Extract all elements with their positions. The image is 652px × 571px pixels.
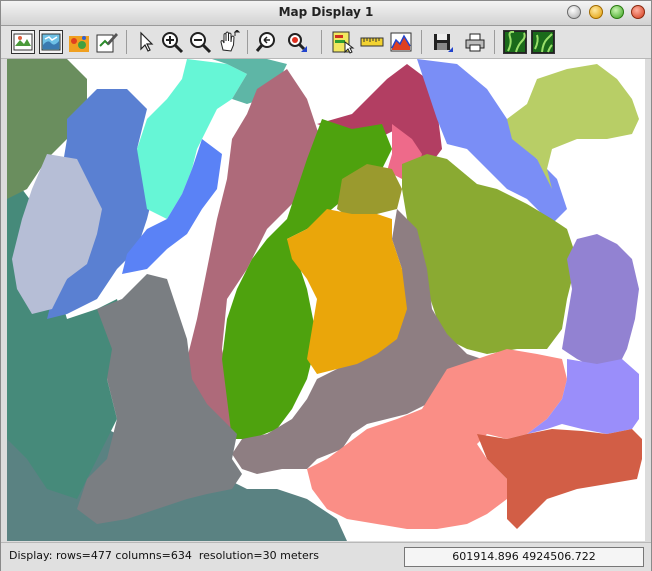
add-overlay-icon [96, 33, 118, 53]
maximize-button[interactable] [610, 5, 624, 19]
pan-icon [220, 29, 241, 52]
toolbar-separator [421, 30, 422, 54]
erase-display-button[interactable] [67, 30, 91, 54]
coordinate-display: 601914.896 4924506.722 [404, 547, 644, 567]
measure-button[interactable] [360, 30, 384, 54]
redraw-all-icon [41, 33, 61, 51]
zoom-out-icon [190, 32, 212, 54]
zoom-back-icon [255, 32, 275, 52]
minimize-button[interactable] [589, 5, 603, 19]
redraw-button[interactable] [39, 30, 63, 54]
zoom-menu-icon [288, 33, 307, 52]
pan-button[interactable] [216, 29, 241, 54]
profile-button[interactable] [389, 30, 413, 54]
query-button[interactable] [331, 30, 355, 54]
region-lavender [562, 234, 639, 369]
add-overlay-button[interactable] [95, 30, 119, 54]
display-active-layers-button[interactable] [11, 30, 35, 54]
close-button[interactable] [631, 5, 645, 19]
watershed-map [7, 59, 642, 541]
status-text: Display: rows=477 columns=634 resolution… [9, 549, 319, 562]
window-menu-button[interactable] [567, 5, 581, 19]
erase-display-icon [69, 36, 89, 52]
map-display-window: Map Display 1 Display: rows=477 columns=… [0, 0, 652, 571]
measure-icon [360, 37, 384, 47]
zoom-menu-button[interactable] [285, 30, 309, 54]
profile-icon [390, 32, 412, 52]
zoom-in-icon [162, 32, 184, 54]
status-bar: Display: rows=477 columns=634 resolution… [1, 542, 651, 571]
zoom-out-button[interactable] [188, 30, 212, 54]
3d-view-icon [533, 32, 553, 53]
pointer-icon [140, 31, 154, 52]
print-button[interactable] [463, 30, 487, 54]
print-icon [465, 33, 485, 52]
toolbar-separator [321, 30, 322, 54]
toolbar-separator [494, 30, 495, 54]
toolbar [1, 26, 651, 59]
2d-view-icon [505, 30, 526, 53]
zoom-in-button[interactable] [160, 30, 184, 54]
query-icon [332, 31, 355, 54]
toolbar-separator [247, 30, 248, 54]
map-canvas[interactable] [7, 59, 645, 541]
save-display-button[interactable] [431, 30, 455, 54]
2d-view-button[interactable] [503, 30, 527, 54]
window-title: Map Display 1 [278, 5, 374, 19]
display-active-layers-icon [13, 33, 33, 51]
title-bar[interactable]: Map Display 1 [1, 1, 651, 26]
pointer-button[interactable] [134, 30, 158, 54]
zoom-back-button[interactable] [255, 30, 279, 54]
save-display-icon [434, 34, 453, 52]
3d-view-button[interactable] [531, 30, 555, 54]
toolbar-separator [126, 30, 127, 54]
